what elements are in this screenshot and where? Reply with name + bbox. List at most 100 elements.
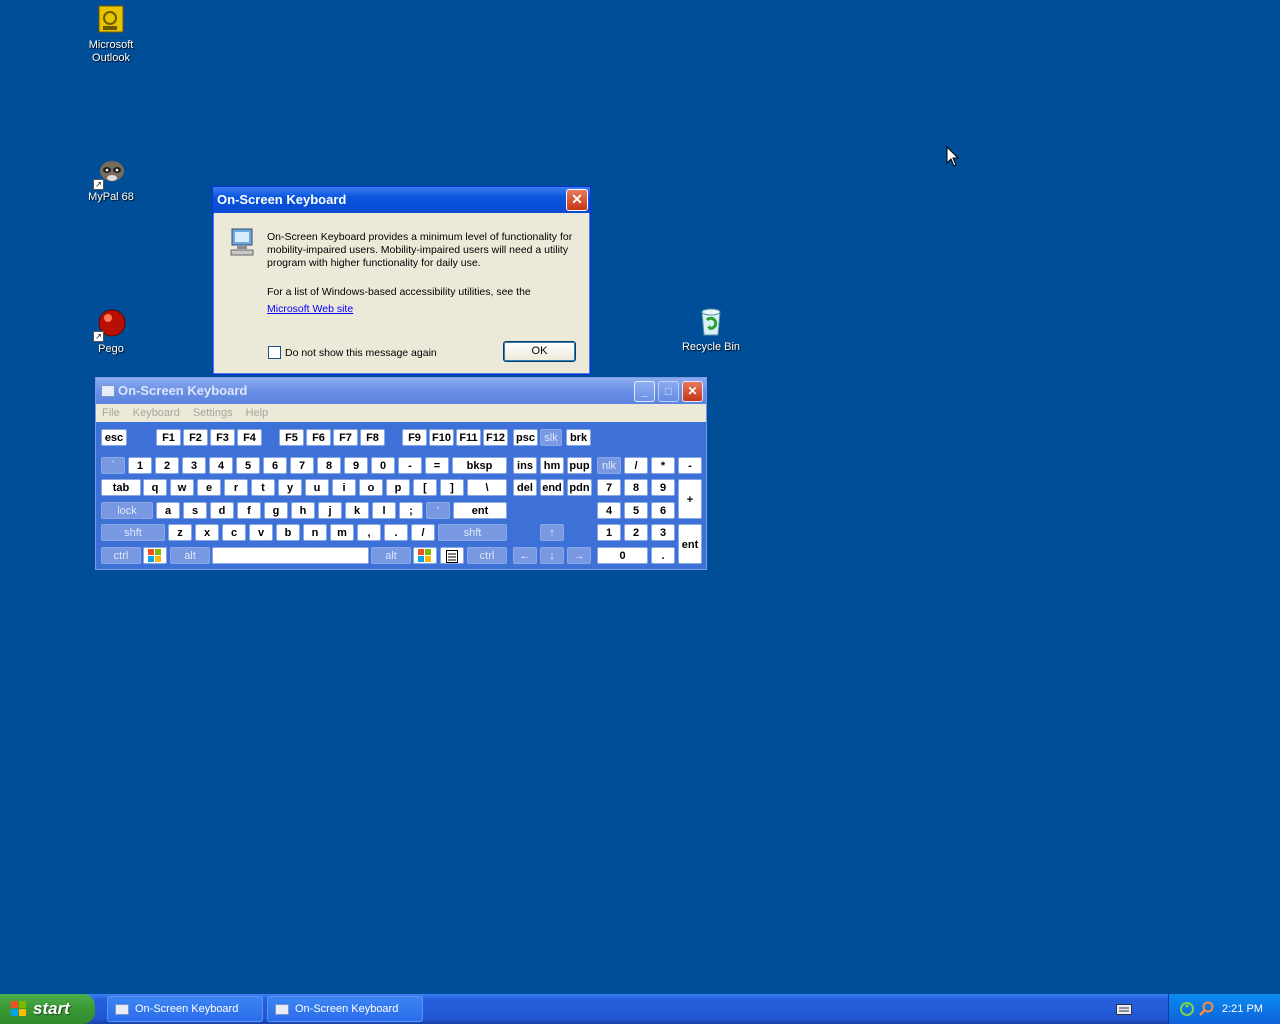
key-numpad-2[interactable]: 2 [624, 524, 648, 541]
key-f2[interactable]: F2 [183, 429, 208, 446]
key-row2-1[interactable]: w [170, 479, 194, 496]
key-caps-lock[interactable]: lock [101, 502, 153, 519]
key-numpad-9[interactable]: 9 [651, 479, 675, 496]
osk-titlebar[interactable]: On-Screen Keyboard _ □ ✕ [96, 378, 706, 404]
key-row2-10[interactable]: [ [413, 479, 437, 496]
key-row2-6[interactable]: u [305, 479, 329, 496]
key-2-row1[interactable]: 2 [155, 457, 179, 474]
taskbar-button-osk-1[interactable]: On-Screen Keyboard [107, 996, 263, 1022]
key-f1[interactable]: F1 [156, 429, 181, 446]
maximize-button[interactable]: □ [658, 381, 679, 402]
key-0-row1[interactable]: ` [101, 457, 125, 474]
taskbar-button-osk-2[interactable]: On-Screen Keyboard [267, 996, 423, 1022]
key-numpad-4[interactable]: 4 [597, 502, 621, 519]
key-right-windows-icon[interactable] [413, 547, 437, 564]
key-arrow-right[interactable]: → [567, 547, 591, 564]
key-insert[interactable]: ins [513, 457, 537, 474]
key-arrow-up[interactable]: ↑ [540, 524, 564, 541]
key-numpad-6[interactable]: 6 [651, 502, 675, 519]
key-left-windows-icon[interactable] [143, 547, 167, 564]
key-menu-icon[interactable] [440, 547, 464, 564]
key-row4-9[interactable]: / [411, 524, 435, 541]
key-f11[interactable]: F11 [456, 429, 481, 446]
key-row4-7[interactable]: , [357, 524, 381, 541]
desktop-icon-recycle-bin[interactable]: Recycle Bin [671, 306, 751, 354]
key-row3-1[interactable]: s [183, 502, 207, 519]
key-row2-8[interactable]: o [359, 479, 383, 496]
key-row3-6[interactable]: j [318, 502, 342, 519]
key-row3-10[interactable]: ' [426, 502, 450, 519]
key-row4-6[interactable]: m [330, 524, 354, 541]
desktop-icon-mypal[interactable]: ↗ MyPal 68 [71, 156, 151, 204]
key-arrow-down[interactable]: ↓ [540, 547, 564, 564]
key-row4-0[interactable]: z [168, 524, 192, 541]
key-f10[interactable]: F10 [429, 429, 454, 446]
key-4-row1[interactable]: 4 [209, 457, 233, 474]
dialog-close-button[interactable]: ✕ [566, 189, 588, 211]
minimize-button[interactable]: _ [634, 381, 655, 402]
key-numpad-1[interactable]: 1 [597, 524, 621, 541]
key-row3-2[interactable]: d [210, 502, 234, 519]
key-row2-5[interactable]: y [278, 479, 302, 496]
key-home[interactable]: hm [540, 457, 564, 474]
key-1-row1[interactable]: 1 [128, 457, 152, 474]
key-f7[interactable]: F7 [333, 429, 358, 446]
key-numpad-7[interactable]: 7 [597, 479, 621, 496]
key-row2-3[interactable]: r [224, 479, 248, 496]
key-left-alt[interactable]: alt [170, 547, 210, 564]
key-row3-0[interactable]: a [156, 502, 180, 519]
key-break[interactable]: brk [566, 429, 591, 446]
key-row2-7[interactable]: i [332, 479, 356, 496]
key-8-row1[interactable]: 8 [317, 457, 341, 474]
key-row2-0[interactable]: q [143, 479, 167, 496]
key-f9[interactable]: F9 [402, 429, 427, 446]
key-row3-4[interactable]: g [264, 502, 288, 519]
key-arrow-left[interactable]: ← [513, 547, 537, 564]
key-row3-8[interactable]: l [372, 502, 396, 519]
desktop-icon-pego[interactable]: ↗ Pego [71, 308, 151, 356]
key-left-ctrl[interactable]: ctrl [101, 547, 141, 564]
magnifier-tray-icon[interactable] [1199, 1001, 1215, 1017]
key-delete[interactable]: del [513, 479, 537, 496]
key-f5[interactable]: F5 [279, 429, 304, 446]
key-numpad-decimal[interactable]: . [651, 547, 675, 564]
key-row3-5[interactable]: h [291, 502, 315, 519]
key-left-shift[interactable]: shft [101, 524, 165, 541]
key-enter[interactable]: ent [453, 502, 507, 519]
key-page-down[interactable]: pdn [567, 479, 592, 496]
key-9-row1[interactable]: 9 [344, 457, 368, 474]
menu-file[interactable]: File [102, 404, 120, 422]
key-7-row1[interactable]: 7 [290, 457, 314, 474]
osk-close-button[interactable]: ✕ [682, 381, 703, 402]
key-3-row1[interactable]: 3 [182, 457, 206, 474]
key-spacebar[interactable] [212, 547, 369, 564]
key-row2-11[interactable]: ] [440, 479, 464, 496]
key-row4-3[interactable]: v [249, 524, 273, 541]
key-numpad-subtract[interactable]: - [678, 457, 702, 474]
ok-button[interactable]: OK [503, 341, 576, 362]
dont-show-again-row[interactable]: Do not show this message again [268, 346, 437, 359]
key-row3-7[interactable]: k [345, 502, 369, 519]
key-numpad-divide[interactable]: / [624, 457, 648, 474]
key-6-row1[interactable]: 6 [263, 457, 287, 474]
key-f4[interactable]: F4 [237, 429, 262, 446]
key-numpad-0[interactable]: 0 [597, 547, 648, 564]
key-11-row1[interactable]: - [398, 457, 422, 474]
key-row4-5[interactable]: n [303, 524, 327, 541]
key-right-shift[interactable]: shft [438, 524, 507, 541]
key-row2-4[interactable]: t [251, 479, 275, 496]
key-end[interactable]: end [540, 479, 564, 496]
key-f3[interactable]: F3 [210, 429, 235, 446]
key-10-row1[interactable]: 0 [371, 457, 395, 474]
desktop-icon-outlook[interactable]: Microsoft Outlook [71, 4, 151, 65]
menu-settings[interactable]: Settings [193, 404, 233, 422]
key-numpad-8[interactable]: 8 [624, 479, 648, 496]
key-row4-1[interactable]: x [195, 524, 219, 541]
key-backspace[interactable]: bksp [452, 457, 507, 474]
key-12-row1[interactable]: = [425, 457, 449, 474]
key-f8[interactable]: F8 [360, 429, 385, 446]
key-row3-9[interactable]: ; [399, 502, 423, 519]
key-f12[interactable]: F12 [483, 429, 508, 446]
language-bar-keyboard-icon[interactable] [1116, 1004, 1132, 1015]
key-numpad-multiply[interactable]: * [651, 457, 675, 474]
